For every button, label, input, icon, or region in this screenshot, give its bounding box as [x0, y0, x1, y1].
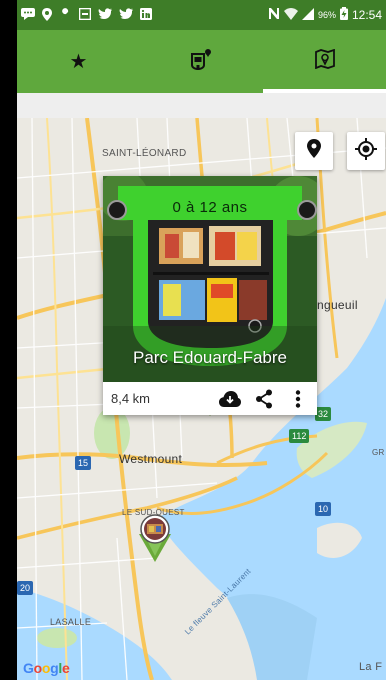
map-label-la-f: La F: [359, 661, 383, 673]
messages-icon: [21, 8, 35, 22]
bookbox-pin-icon: [190, 48, 214, 75]
gps-crosshair-icon: [355, 137, 377, 165]
star-icon: ★: [69, 51, 88, 73]
cloud-download-icon[interactable]: [219, 388, 241, 410]
more-vert-icon[interactable]: [287, 388, 309, 410]
tab-bar: ★: [17, 30, 386, 93]
bookbox-photo[interactable]: 0 à 12 ans Parc Edouard-Fabre: [103, 176, 317, 382]
place-pin-icon: [307, 139, 321, 163]
route-shield-32: 32: [315, 407, 332, 421]
twitter-icon: [98, 8, 112, 22]
bookbox-marker-selected[interactable]: [135, 512, 175, 569]
wrench-icon: [59, 7, 72, 23]
map-label-longueuil: ngueuil: [317, 298, 358, 312]
map-label-saint-leonard: SAINT-LÉONARD: [102, 148, 187, 159]
notification-icons: [21, 7, 152, 23]
bookbox-sign-text: 0 à 12 ans: [172, 199, 248, 216]
map-label-lasalle: LASALLE: [50, 617, 92, 627]
map-icon: [314, 48, 335, 74]
tab-map[interactable]: [263, 30, 386, 93]
edge-strip: [0, 0, 17, 680]
status-bar: 96% 12:54: [17, 0, 386, 30]
clock: 12:54: [351, 8, 382, 22]
linkedin-icon: [140, 8, 152, 22]
nfc-icon: [268, 7, 280, 23]
bookbox-info-card[interactable]: 0 à 12 ans Parc Edouard-Fabre 8,4 km: [103, 176, 317, 415]
route-shield-20: 20: [17, 581, 34, 595]
battery-percentage: 96%: [317, 10, 336, 20]
tab-favorites[interactable]: ★: [17, 30, 140, 93]
tab-bookbox[interactable]: [140, 30, 263, 93]
map-label-gr: GR: [372, 448, 385, 457]
bookbox-title: Parc Edouard-Fabre: [132, 348, 288, 367]
route-shield-10: 10: [315, 502, 332, 516]
map-view[interactable]: SAINT-LÉONARD ngueuil Westmount LE SUD-O…: [17, 118, 386, 680]
info-card-footer: 8,4 km: [103, 382, 317, 415]
info-card-actions: [219, 388, 309, 410]
signal-icon: [301, 7, 314, 23]
wifi-icon: [283, 7, 298, 23]
my-places-button[interactable]: [295, 132, 333, 170]
box-icon: [78, 7, 92, 22]
battery-charging-icon: [339, 7, 348, 23]
distance-label: 8,4 km: [111, 391, 151, 406]
route-shield-15: 15: [75, 456, 92, 470]
my-location-button[interactable]: [347, 132, 385, 170]
share-icon[interactable]: [253, 388, 275, 410]
system-tray: 96% 12:54: [268, 7, 382, 23]
map-label-westmount: Westmount: [119, 452, 183, 466]
toolbar-strip: [17, 93, 386, 118]
twitter-icon: [119, 8, 133, 22]
google-logo: Google: [23, 660, 70, 676]
location-icon: [42, 7, 52, 23]
route-shield-112: 112: [289, 429, 310, 443]
